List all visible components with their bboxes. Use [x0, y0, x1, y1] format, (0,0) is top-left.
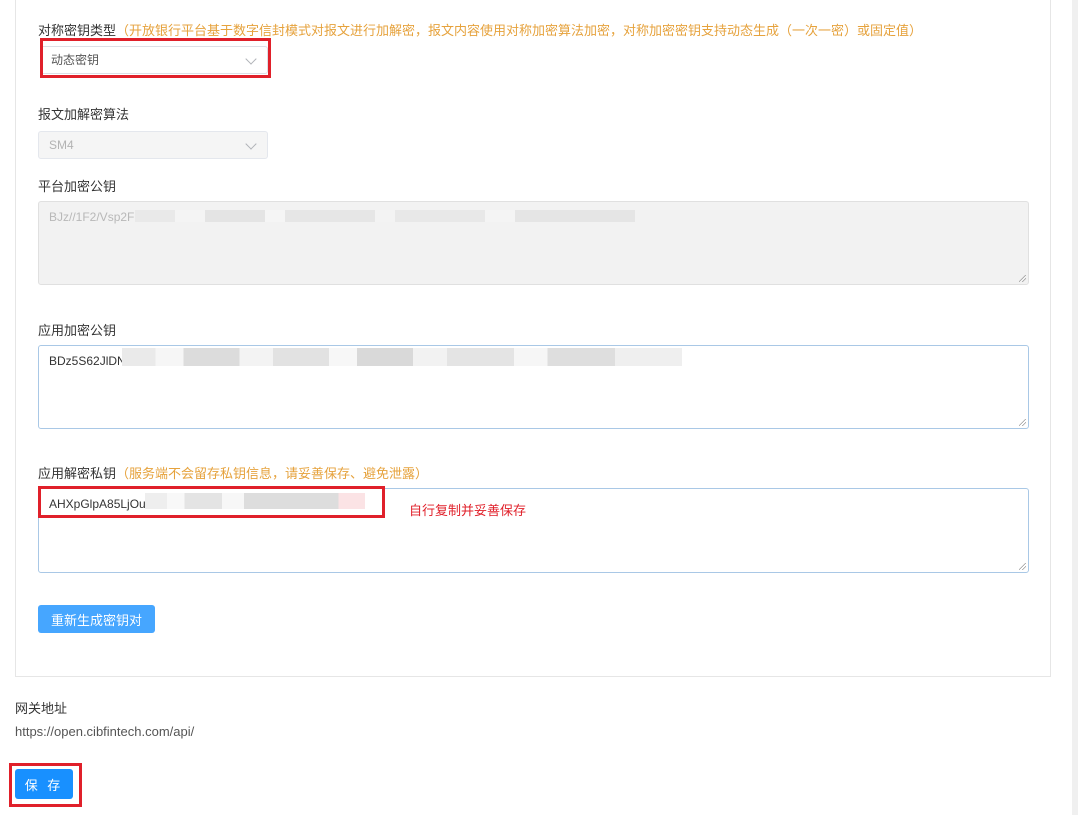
annotation-copy-save: 自行复制并妥善保存 — [409, 503, 527, 518]
highlight-box-sym-key — [40, 38, 271, 78]
sym-key-type-hint: （开放银行平台基于数字信封模式对报文进行加解密，报文内容使用对称加密算法加密，对… — [116, 23, 923, 38]
app-private-key-label-row: 应用解密私钥（服务端不会留存私钥信息，请妥善保存、避免泄露） — [38, 463, 428, 482]
app-public-key-label: 应用加密公钥 — [38, 323, 117, 338]
platform-public-key-label: 平台加密公钥 — [38, 179, 117, 194]
gateway-url: https://open.cibfintech.com/api/ — [15, 724, 195, 739]
resize-handle-icon[interactable] — [1019, 419, 1026, 426]
encrypt-algorithm-value: SM4 — [49, 138, 74, 152]
highlight-box-private-key — [38, 486, 385, 518]
redacted-app-public-key — [122, 348, 682, 366]
resize-handle-icon[interactable] — [1019, 563, 1026, 570]
resize-handle-icon[interactable] — [1019, 275, 1026, 282]
gateway-label: 网关地址 — [15, 701, 68, 716]
encrypt-algorithm-select: SM4 — [38, 131, 268, 159]
page-scrollbar[interactable] — [1072, 0, 1078, 815]
redacted-platform-key — [135, 210, 635, 222]
app-private-key-hint: （服务端不会留存私钥信息，请妥善保存、避免泄露） — [116, 466, 429, 481]
encrypt-algorithm-label: 报文加解密算法 — [38, 107, 130, 122]
highlight-box-save — [9, 763, 82, 807]
regenerate-keypair-button[interactable]: 重新生成密钥对 — [38, 605, 155, 633]
platform-public-key-value: BJz//1F2/Vsp2F — [49, 210, 135, 224]
app-public-key-value: BDz5S62JlDN — [49, 354, 126, 368]
app-private-key-label: 应用解密私钥 — [38, 466, 117, 481]
sym-key-type-label: 对称密钥类型 — [38, 23, 117, 38]
sym-key-type-label-row: 对称密钥类型（开放银行平台基于数字信封模式对报文进行加解密，报文内容使用对称加密… — [38, 20, 922, 39]
chevron-down-icon — [245, 138, 257, 150]
form-panel — [15, 0, 1051, 677]
